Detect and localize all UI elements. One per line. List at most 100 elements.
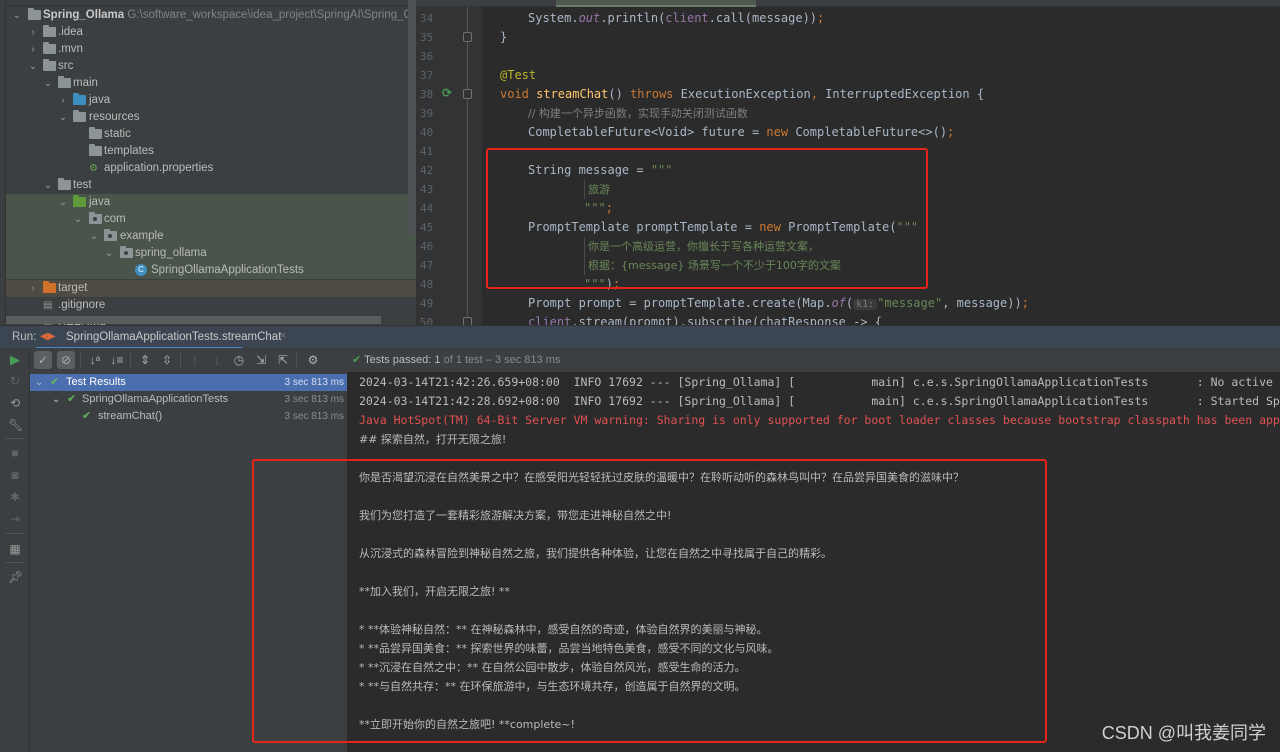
chevron-down-icon[interactable]: ⌄ xyxy=(58,194,68,211)
horizontal-scrollbar[interactable] xyxy=(6,316,381,324)
separator xyxy=(130,353,131,367)
test-class-node[interactable]: ⌄ ✔ SpringOllamaApplicationTests 3 sec 8… xyxy=(30,391,347,408)
chevron-down-icon[interactable]: ⌄ xyxy=(28,58,38,75)
test-results-root[interactable]: ⌄ ✔ Test Results 3 sec 813 ms xyxy=(30,374,347,391)
camera-icon[interactable]: ◙ xyxy=(8,468,22,482)
tree-item-mvn[interactable]: › .mvn xyxy=(6,41,416,58)
chevron-down-icon[interactable]: ⌄ xyxy=(43,177,53,194)
separator xyxy=(180,353,181,367)
tree-item-target[interactable]: › target xyxy=(6,280,416,297)
settings-gear-icon[interactable]: ⚙ xyxy=(304,351,322,369)
fold-start-icon[interactable] xyxy=(463,89,472,99)
rerun-icon[interactable]: ▶ xyxy=(8,352,22,368)
chevron-down-icon[interactable]: ⌄ xyxy=(43,75,53,92)
chevron-down-icon[interactable]: ⌄ xyxy=(52,391,60,408)
chevron-down-icon[interactable]: ⌄ xyxy=(73,211,83,228)
tree-item-static[interactable]: static xyxy=(6,126,416,143)
tree-item-test-java[interactable]: ⌄ java xyxy=(6,194,416,211)
tree-label: target xyxy=(58,282,88,294)
tree-item-resources[interactable]: ⌄ resources xyxy=(6,109,416,126)
tree-item-com[interactable]: ⌄ com xyxy=(6,211,416,228)
tree-item-example[interactable]: ⌄ example xyxy=(6,228,416,245)
line-number: 34 xyxy=(420,12,434,25)
import-tests-icon[interactable]: ⇲ xyxy=(252,351,270,369)
next-failed-icon[interactable]: ↓ xyxy=(208,351,226,369)
chevron-right-icon[interactable]: › xyxy=(28,41,38,58)
show-passed-icon[interactable]: ✓ xyxy=(34,351,52,369)
console-warning-line: Java HotSpot(TM) 64-Bit Server VM warnin… xyxy=(359,413,1280,427)
debug-icon[interactable]: ✱ xyxy=(8,490,22,504)
stop-icon[interactable]: ■ xyxy=(8,446,22,460)
parameter-hint: k1: xyxy=(853,299,878,310)
line-number: 44 xyxy=(420,202,434,215)
console-line: ## 探索自然，打开无限之旅! xyxy=(359,433,507,446)
code-line-37: @Test xyxy=(500,68,537,82)
fold-start-icon[interactable] xyxy=(463,317,472,325)
collapse-all-icon[interactable]: ⇳ xyxy=(158,351,176,369)
chevron-down-icon[interactable]: ⌄ xyxy=(58,109,68,126)
close-tab-icon[interactable]: × xyxy=(280,330,286,342)
tree-label: src xyxy=(58,60,74,72)
line-number: 46 xyxy=(420,240,434,253)
previous-failed-icon[interactable]: ↑ xyxy=(186,351,204,369)
test-node-label: SpringOllamaApplicationTests xyxy=(82,393,229,405)
folder-icon xyxy=(58,178,71,190)
tree-item-templates[interactable]: templates xyxy=(6,143,416,160)
chevron-down-icon[interactable]: ⌄ xyxy=(35,374,43,391)
toggle-auto-test-icon[interactable]: ⟲ xyxy=(8,396,22,410)
package-icon xyxy=(89,212,102,224)
tree-item-spring-ollama[interactable]: ⌄ spring_ollama xyxy=(6,245,416,262)
wrench-icon[interactable]: 🔧︎ xyxy=(8,418,23,432)
run-tab[interactable]: ◀▶ SpringOllamaApplicationTests.streamCh… xyxy=(36,326,281,349)
chevron-right-icon[interactable]: › xyxy=(58,92,68,109)
expand-all-icon[interactable]: ⇕ xyxy=(136,351,154,369)
pin-icon[interactable]: 📌︎ xyxy=(8,570,23,584)
test-method-node[interactable]: ✔ streamChat() 3 sec 813 ms xyxy=(30,408,347,425)
run-test-gutter-icon[interactable]: ⟳ xyxy=(442,86,452,100)
editor-tab-active[interactable] xyxy=(556,0,756,7)
chevron-down-icon[interactable]: ⌄ xyxy=(89,228,99,245)
test-history-icon[interactable]: ◷ xyxy=(230,351,248,369)
excluded-folder-icon xyxy=(43,281,56,293)
tree-item-src[interactable]: ⌄ src xyxy=(6,58,416,75)
tree-label: com xyxy=(104,213,126,225)
folder-icon xyxy=(89,127,102,139)
tree-label: application.properties xyxy=(104,162,214,174)
passed-check-icon: ✔ xyxy=(67,393,77,405)
test-node-label: Test Results xyxy=(66,376,126,388)
chevron-right-icon[interactable]: › xyxy=(28,24,38,41)
exit-icon[interactable]: ⇥ xyxy=(8,512,22,526)
test-duration: 3 sec 813 ms xyxy=(284,394,344,405)
line-number: 43 xyxy=(420,183,434,196)
show-ignored-icon[interactable]: ⊘ xyxy=(57,351,75,369)
console-line: 2024-03-14T21:42:28.692+08:00 INFO 17692… xyxy=(359,394,1280,408)
tree-item-application-properties[interactable]: ⚙ application.properties xyxy=(6,160,416,177)
fold-end-icon[interactable] xyxy=(463,32,472,42)
tree-item-idea[interactable]: › .idea xyxy=(6,24,416,41)
tree-item-main-java[interactable]: › java xyxy=(6,92,416,109)
rerun-failed-icon[interactable]: ↻ xyxy=(8,374,22,388)
tree-item-root[interactable]: ⌄ Spring_Ollama G:\software_workspace\id… xyxy=(6,7,416,24)
tree-item-main[interactable]: ⌄ main xyxy=(6,75,416,92)
tree-item-test-class[interactable]: C SpringOllamaApplicationTests xyxy=(6,262,416,279)
project-path: G:\software_workspace\idea_project\Sprin… xyxy=(127,9,416,21)
code-line-50: client.stream(prompt).subscribe(chatResp… xyxy=(528,315,883,325)
tree-item-test[interactable]: ⌄ test xyxy=(6,177,416,194)
layout-icon[interactable]: ▦ xyxy=(8,542,22,556)
sort-alphabetically-icon[interactable]: ↓ᵃ xyxy=(86,351,104,369)
line-number: 37 xyxy=(420,69,434,82)
code-line-38: void streamChat() throws ExecutionExcept… xyxy=(500,87,985,101)
chevron-down-icon[interactable]: ⌄ xyxy=(104,245,114,262)
line-number: 45 xyxy=(420,221,434,234)
export-results-icon[interactable]: ⇱ xyxy=(274,351,292,369)
folder-icon xyxy=(89,144,102,156)
line-number: 35 xyxy=(420,31,434,44)
chevron-down-icon[interactable]: ⌄ xyxy=(12,7,22,24)
folder-icon xyxy=(58,76,71,88)
vertical-scrollbar[interactable] xyxy=(408,0,416,235)
line-number: 48 xyxy=(420,278,434,291)
sort-by-duration-icon[interactable]: ↓≡ xyxy=(108,351,126,369)
gutter-divider xyxy=(467,7,468,325)
tree-item-gitignore[interactable]: ▤ .gitignore xyxy=(6,297,416,314)
chevron-right-icon[interactable]: › xyxy=(28,280,38,297)
